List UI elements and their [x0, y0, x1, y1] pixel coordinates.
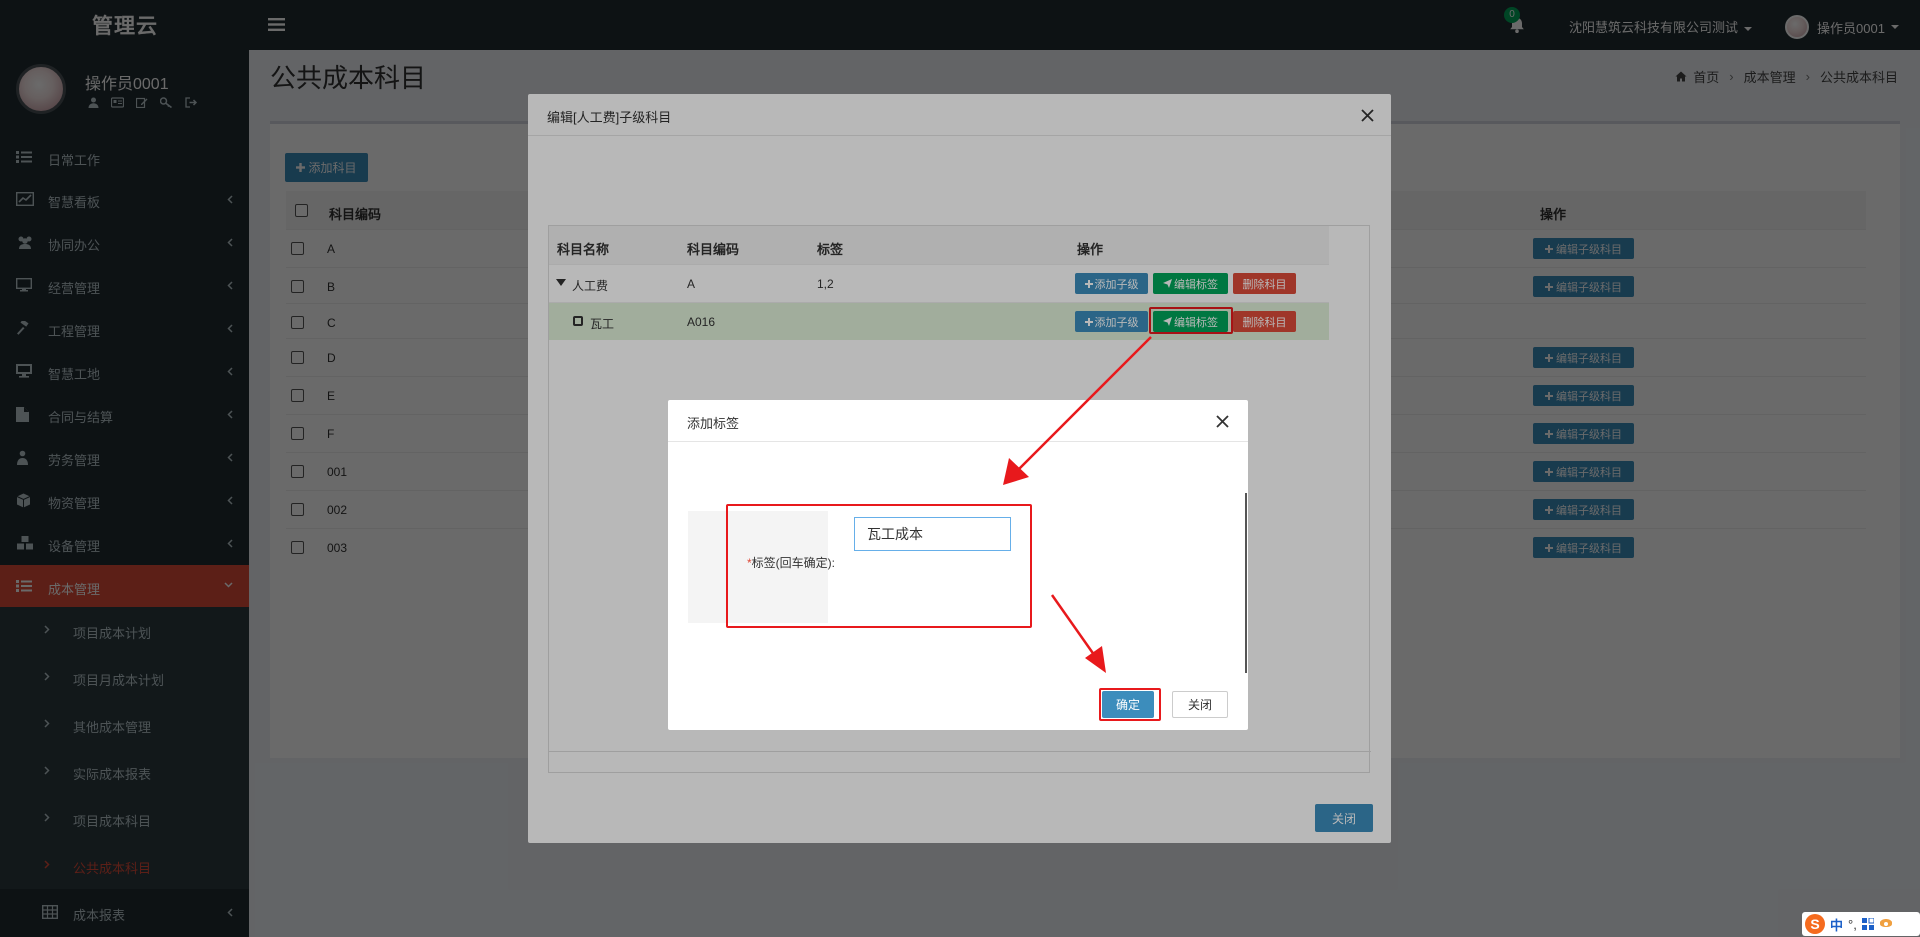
- ime-language[interactable]: 中: [1830, 915, 1843, 934]
- sogou-logo: S: [1805, 914, 1825, 934]
- scrollbar[interactable]: [1245, 493, 1247, 673]
- ime-punctuation[interactable]: °,: [1848, 917, 1857, 932]
- cancel-button[interactable]: 关闭: [1172, 691, 1228, 718]
- annotation-highlight: [1099, 688, 1161, 721]
- modal-header: 添加标签: [668, 400, 1248, 442]
- ime-toolbar[interactable]: S 中 °,: [1802, 912, 1920, 936]
- form-gutter: [688, 511, 728, 623]
- grid-icon[interactable]: [1861, 918, 1874, 930]
- modal-title: 添加标签: [687, 416, 740, 431]
- skin-icon[interactable]: [1879, 918, 1893, 930]
- annotation-highlight: [726, 504, 1032, 628]
- close-icon[interactable]: [1216, 415, 1229, 428]
